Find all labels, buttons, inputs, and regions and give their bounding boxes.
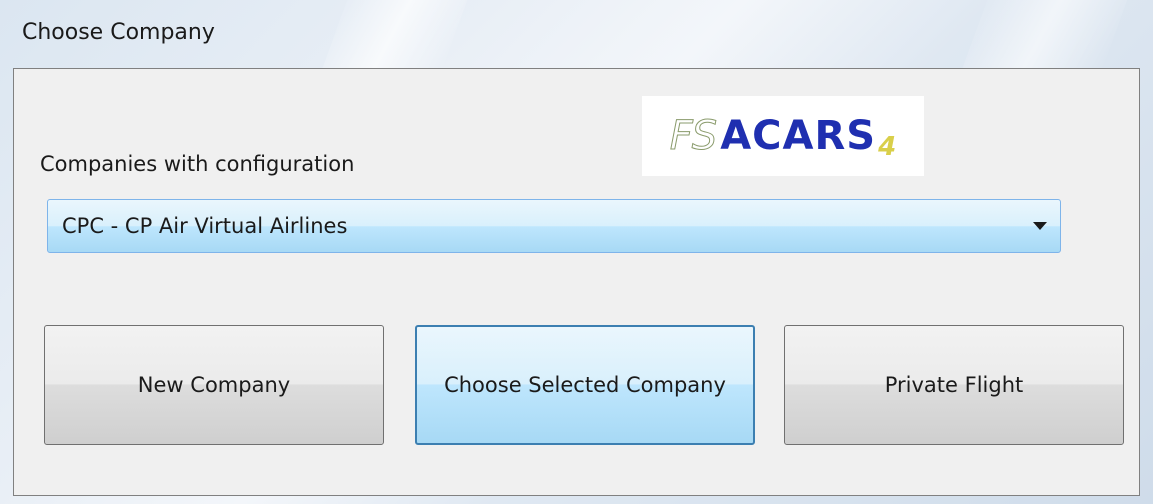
dialog-body: FS ACARS 4 Companies with configuration … (13, 68, 1140, 496)
company-select[interactable]: CPC - CP Air Virtual Airlines (47, 199, 1061, 253)
fsacars-logo: FS ACARS 4 (642, 96, 924, 176)
choose-company-window: Choose Company FS ACARS 4 Companies with… (0, 0, 1153, 504)
companies-label: Companies with configuration (40, 152, 355, 176)
chevron-down-icon[interactable] (1020, 221, 1060, 231)
window-title: Choose Company (22, 20, 215, 45)
new-company-button[interactable]: New Company (44, 325, 384, 445)
logo-acars-text: ACARS (720, 113, 877, 159)
choose-selected-company-button[interactable]: Choose Selected Company (415, 325, 755, 445)
company-select-value: CPC - CP Air Virtual Airlines (62, 214, 348, 238)
logo-fs-text: FS (669, 113, 717, 160)
logo-version-text: 4 (878, 132, 897, 162)
private-flight-button[interactable]: Private Flight (784, 325, 1124, 445)
